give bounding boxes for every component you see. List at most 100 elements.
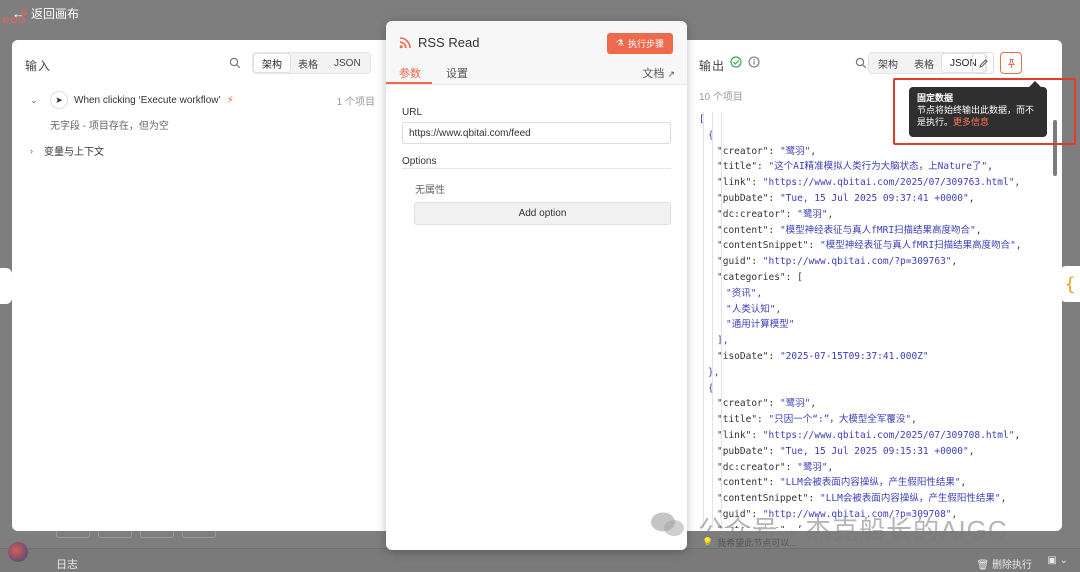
- json-value: "https://www.qbitai.com/2025/07/309708.h…: [762, 429, 1015, 441]
- json-key: "pubDate": [717, 192, 769, 204]
- add-option-button[interactable]: Add option: [414, 202, 671, 225]
- json-value: "https://www.qbitai.com/2025/07/309763.h…: [762, 177, 1015, 189]
- json-value: "鹭羽": [779, 145, 811, 157]
- node-hint[interactable]: 💡 我希望此节点可以...: [702, 536, 797, 549]
- json-key: "title": [717, 414, 758, 426]
- input-pane-title: 输入: [25, 59, 52, 73]
- execute-step-button[interactable]: ⚗ 执行步骤: [606, 33, 673, 54]
- json-key: "title": [717, 161, 758, 173]
- log-label[interactable]: 日志: [56, 556, 78, 572]
- variables-context-row[interactable]: › 变量与上下文: [30, 143, 104, 159]
- execute-step-label: 执行步骤: [627, 39, 664, 49]
- json-key: "link": [717, 429, 752, 441]
- json-value: "Tue, 15 Jul 2025 09:15:31 +0000": [779, 445, 969, 457]
- json-value: "鹭羽": [797, 461, 828, 473]
- json-value: "LLM会被表面内容操纵，产生假阳性结果": [779, 477, 961, 489]
- json-line: "content": "模型神经表征与真人fMRI扫描结果高度吻合",: [717, 224, 982, 236]
- json-value: "Tue, 15 Jul 2025 09:37:41 +0000": [779, 192, 969, 204]
- variables-context-label: 变量与上下文: [44, 147, 104, 158]
- json-line: "link": "https://www.qbitai.com/2025/07/…: [717, 429, 1021, 441]
- json-key: "guid": [717, 256, 752, 268]
- lightbulb-icon: 💡: [702, 537, 714, 547]
- json-key: "content": [717, 477, 769, 489]
- edit-output-button[interactable]: [972, 52, 994, 74]
- pin-icon: [1007, 58, 1015, 68]
- json-line: "link": "https://www.qbitai.com/2025/07/…: [717, 177, 1021, 189]
- docs-label: 文档: [642, 68, 665, 80]
- tab-parameters[interactable]: 参数: [399, 65, 421, 81]
- json-line: "title": "这个AI精准模拟人类行为大脑状态，上Nature了",: [717, 161, 993, 173]
- json-key: "creator": [717, 145, 769, 157]
- trigger-item-count: 1 个项目: [336, 96, 375, 108]
- success-check-icon: [730, 56, 742, 68]
- external-link-icon: ↗: [667, 69, 675, 79]
- json-line: "creator": "鹭羽",: [717, 398, 817, 410]
- json-line: "contentSnippet": "LLM会被表面内容操纵，产生假阳性结果",: [717, 493, 1007, 505]
- delete-execution-label: 删除执行: [992, 560, 1032, 571]
- json-key: "contentSnippet": [717, 493, 809, 505]
- url-input[interactable]: https://www.qbitai.com/feed: [402, 122, 671, 144]
- json-value: "鹭羽": [797, 208, 828, 220]
- json-key: "content": [717, 224, 769, 236]
- docs-link[interactable]: 文档 ↗: [642, 65, 675, 81]
- json-line: },: [699, 365, 1049, 381]
- output-tab-schema[interactable]: 架构: [870, 54, 906, 72]
- json-token: "资讯",: [726, 287, 763, 299]
- node-title[interactable]: RSS Read: [418, 35, 479, 50]
- json-viewer[interactable]: [{"creator": "鹭羽", "title": "这个AI精准模拟人类行为…: [699, 112, 1049, 528]
- json-line: "人类认知",: [699, 302, 1049, 318]
- indent-guide: [721, 112, 722, 528]
- code-brace-icon[interactable]: {: [1060, 266, 1080, 302]
- input-tab-schema[interactable]: 架构: [254, 54, 290, 72]
- input-tab-table[interactable]: 表格: [290, 54, 326, 72]
- json-line: "dc:creator": "鹭羽",: [717, 461, 834, 473]
- json-key: "isoDate": [717, 350, 769, 362]
- json-line: "资讯",: [699, 286, 1049, 302]
- json-value: "模型神经表征与真人fMRI扫描结果高度吻合": [819, 240, 1016, 252]
- json-line: "isoDate": "2025-07-15T09:37:41.000Z": [717, 350, 929, 362]
- search-icon[interactable]: [229, 57, 241, 69]
- trigger-node-row[interactable]: ⌄ ➤ When clicking ‘Execute workflow’ ⚡ 1…: [30, 90, 375, 110]
- json-key: "dc:creator": [717, 208, 786, 220]
- json-key: "categories": [717, 271, 786, 283]
- json-key: "link": [717, 177, 752, 189]
- divider: [402, 168, 671, 169]
- json-value: [: [797, 271, 803, 283]
- input-view-switch: 架构 表格 JSON: [252, 52, 371, 74]
- chevron-down-icon[interactable]: ⌄: [30, 95, 44, 106]
- rss-icon: [399, 37, 411, 49]
- input-tab-json[interactable]: JSON: [326, 54, 369, 72]
- search-icon[interactable]: [855, 57, 867, 69]
- json-line: {: [699, 381, 1049, 397]
- tab-settings[interactable]: 设置: [446, 65, 468, 81]
- info-icon[interactable]: [748, 56, 760, 68]
- json-key: "creator": [717, 398, 769, 410]
- json-value: "只因一个“:”，大模型全军覆没": [768, 414, 912, 426]
- pin-data-button[interactable]: [1000, 52, 1022, 74]
- pencil-icon: [978, 58, 988, 68]
- trigger-node-name: When clicking ‘Execute workflow’: [74, 94, 221, 106]
- output-item-count: 10 个项目: [699, 92, 743, 103]
- json-token: "通用计算模型": [726, 319, 795, 331]
- url-label: URL: [402, 107, 423, 118]
- output-tab-table[interactable]: 表格: [906, 54, 942, 72]
- delete-execution-button[interactable]: 🗑 删除执行: [977, 556, 1032, 571]
- left-edge-handle[interactable]: [0, 268, 12, 304]
- node-header: RSS Read ⚗ 执行步骤 参数 设置 文档 ↗: [386, 21, 687, 85]
- no-fields-message: 无字段 - 项目存在，但为空: [50, 121, 169, 132]
- panel-toggle-icon[interactable]: ▣ ⌄: [1047, 555, 1068, 566]
- json-line: "pubDate": "Tue, 15 Jul 2025 09:15:31 +0…: [717, 445, 975, 457]
- json-line: "guid": "http://www.qbitai.com/?p=309763…: [717, 256, 958, 268]
- output-view-switch: 架构 表格 JSON: [868, 52, 987, 74]
- input-pane: 输入 架构 表格 JSON ⌄ ➤ When clicking ‘Execute…: [12, 40, 386, 531]
- flask-icon: ⚗: [615, 38, 624, 48]
- json-line: "creator": "鹭羽",: [717, 145, 817, 157]
- cursor-click-icon: ➤: [50, 91, 68, 109]
- json-line: "categories": [: [717, 271, 803, 283]
- json-line: "contentSnippet": "模型神经表征与真人fMRI扫描结果高度吻合…: [717, 240, 1022, 252]
- json-value: "鹭羽": [779, 398, 811, 410]
- lightning-icon: ⚡: [226, 94, 234, 106]
- json-token: ],: [717, 335, 729, 347]
- avatar[interactable]: [8, 542, 28, 562]
- json-line: "pubDate": "Tue, 15 Jul 2025 09:37:41 +0…: [717, 192, 975, 204]
